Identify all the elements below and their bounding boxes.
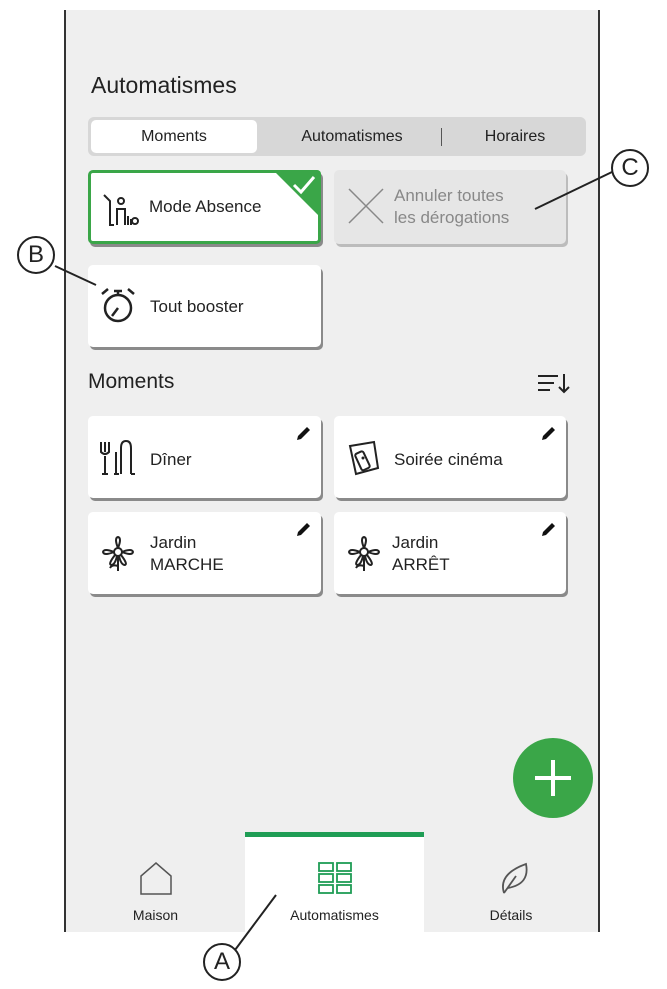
callout-c: C [611, 149, 649, 187]
callout-leader-lines [54, 171, 613, 951]
callout-a: A [203, 943, 241, 981]
callout-b: B [17, 236, 55, 274]
